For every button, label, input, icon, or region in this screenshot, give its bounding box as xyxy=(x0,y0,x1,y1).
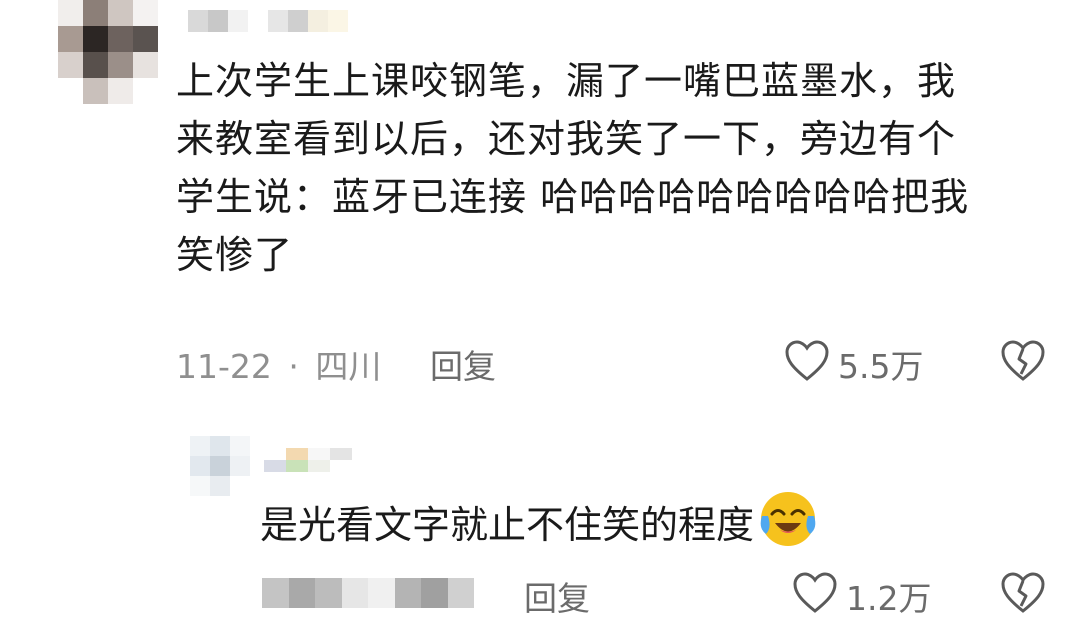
comment-line: 笑惨了 xyxy=(176,233,294,277)
comment-date: 11-22 xyxy=(176,347,272,386)
reply-reply-button[interactable]: 回复 xyxy=(524,572,590,620)
like-button[interactable] xyxy=(784,340,830,386)
comment-line: 来教室看到以后，还对我笑了一下，旁边有个 xyxy=(176,117,957,161)
reply-button[interactable]: 回复 xyxy=(430,340,496,388)
reply-text-content: 是光看文字就止不住笑的程度 xyxy=(260,503,755,547)
comment-line: 学生说：蓝牙已连接 哈哈哈哈哈哈哈哈哈把我 xyxy=(176,175,970,219)
heart-outline-icon xyxy=(785,340,829,381)
comment-line: 上次学生上课咬钢笔，漏了一嘴巴蓝墨水，我 xyxy=(176,59,957,103)
dislike-button[interactable] xyxy=(1000,340,1046,386)
broken-heart-icon xyxy=(1001,572,1045,613)
username-redacted[interactable] xyxy=(188,10,348,32)
avatar[interactable] xyxy=(58,0,158,105)
crying-laughing-emoji xyxy=(760,492,816,546)
reply-username-redacted[interactable] xyxy=(264,448,352,472)
reply-like-count: 1.2万 xyxy=(846,579,932,618)
reply-avatar[interactable] xyxy=(190,436,250,496)
broken-heart-icon xyxy=(1001,340,1045,381)
comment-location: 四川 xyxy=(315,347,382,386)
meta-separator: · xyxy=(288,347,299,386)
reply-meta-redacted xyxy=(262,578,474,608)
like-count: 5.5万 xyxy=(838,347,924,386)
reply-like-button[interactable] xyxy=(792,572,838,618)
reply-dislike-button[interactable] xyxy=(1000,572,1046,618)
heart-outline-icon xyxy=(793,572,837,613)
comment-meta: 11-22 · 四川 xyxy=(176,340,381,388)
comment-text: 上次学生上课咬钢笔，漏了一嘴巴蓝墨水，我 来教室看到以后，还对我笑了一下，旁边有… xyxy=(176,52,1056,284)
reply-text: 是光看文字就止不住笑的程度 xyxy=(260,490,818,554)
